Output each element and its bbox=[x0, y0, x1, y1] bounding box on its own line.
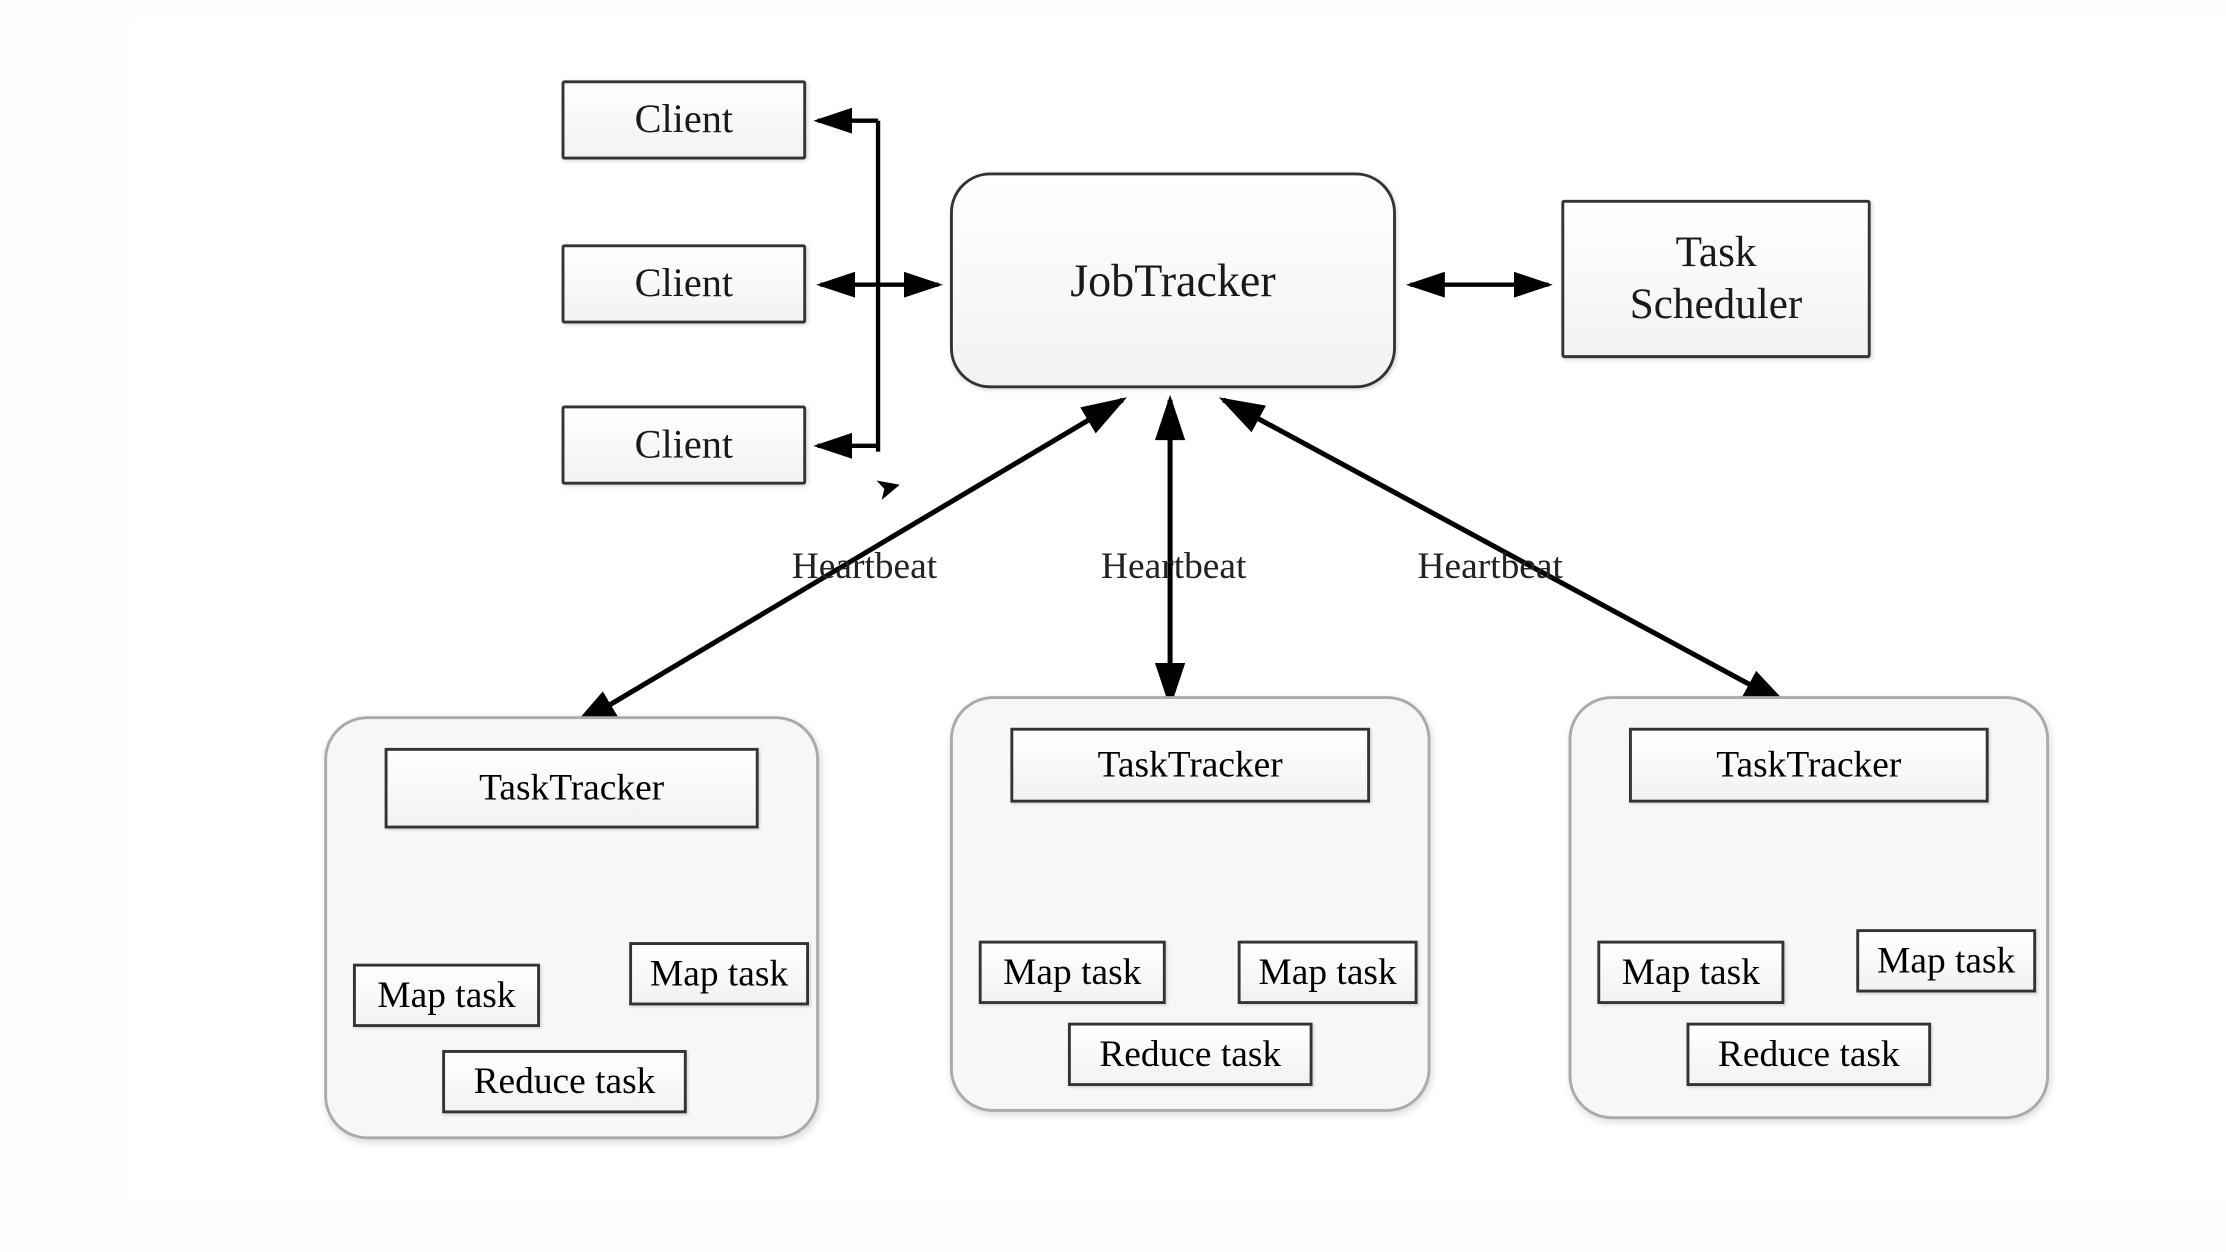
scheduler-label-line2: Scheduler bbox=[1630, 279, 1803, 331]
jobtracker-box: JobTracker bbox=[950, 172, 1396, 388]
map-task-left-1: Map task bbox=[353, 964, 540, 1027]
scheduler-label-line1: Task bbox=[1676, 227, 1757, 279]
map-task-label: Map task bbox=[377, 974, 515, 1017]
tasktracker-title-2: TaskTracker bbox=[1010, 728, 1370, 803]
heartbeat-label-1: Heartbeat bbox=[792, 545, 937, 588]
tasktracker-panel-1: TaskTracker Map task Map task Reduce tas… bbox=[324, 716, 819, 1139]
reduce-task-3: Reduce task bbox=[1687, 1023, 1932, 1086]
reduce-task-label: Reduce task bbox=[1718, 1033, 1900, 1076]
client-label: Client bbox=[635, 97, 733, 143]
map-task-label: Map task bbox=[650, 952, 788, 995]
client-box-2: Client bbox=[562, 244, 807, 323]
task-scheduler-box: Task Scheduler bbox=[1561, 200, 1870, 358]
map-task-left-3: Map task bbox=[1597, 941, 1784, 1004]
map-task-label: Map task bbox=[1259, 951, 1397, 994]
tasktracker-title-1: TaskTracker bbox=[385, 748, 759, 829]
heartbeat-label-2: Heartbeat bbox=[1101, 545, 1246, 588]
tasktracker-title-label: TaskTracker bbox=[479, 767, 664, 810]
map-task-label: Map task bbox=[1622, 951, 1760, 994]
tasktracker-title-label: TaskTracker bbox=[1098, 744, 1283, 787]
map-task-right-1: Map task bbox=[629, 942, 809, 1005]
diagram-canvas: Client Client Client JobTracker Task Sch… bbox=[130, 20, 2226, 1200]
client-label: Client bbox=[635, 261, 733, 307]
reduce-task-2: Reduce task bbox=[1068, 1023, 1313, 1086]
map-task-right-2: Map task bbox=[1238, 941, 1418, 1004]
cursor-icon: ➤ bbox=[871, 466, 906, 509]
client-box-3: Client bbox=[562, 406, 807, 485]
tasktracker-title-3: TaskTracker bbox=[1629, 728, 1989, 803]
tasktracker-panel-2: TaskTracker Map task Map task Reduce tas… bbox=[950, 696, 1430, 1112]
client-box-1: Client bbox=[562, 80, 807, 159]
tasktracker-panel-3: TaskTracker Map task Map task Reduce tas… bbox=[1569, 696, 2049, 1119]
map-task-left-2: Map task bbox=[979, 941, 1166, 1004]
map-task-label: Map task bbox=[1003, 951, 1141, 994]
reduce-task-label: Reduce task bbox=[474, 1060, 656, 1103]
tasktracker-title-label: TaskTracker bbox=[1716, 744, 1901, 787]
client-label: Client bbox=[635, 422, 733, 468]
map-task-right-3: Map task bbox=[1856, 929, 2036, 992]
map-task-label: Map task bbox=[1877, 939, 2015, 982]
reduce-task-1: Reduce task bbox=[442, 1050, 687, 1113]
heartbeat-label-3: Heartbeat bbox=[1418, 545, 1563, 588]
reduce-task-label: Reduce task bbox=[1099, 1033, 1281, 1076]
jobtracker-label: JobTracker bbox=[1070, 254, 1275, 307]
